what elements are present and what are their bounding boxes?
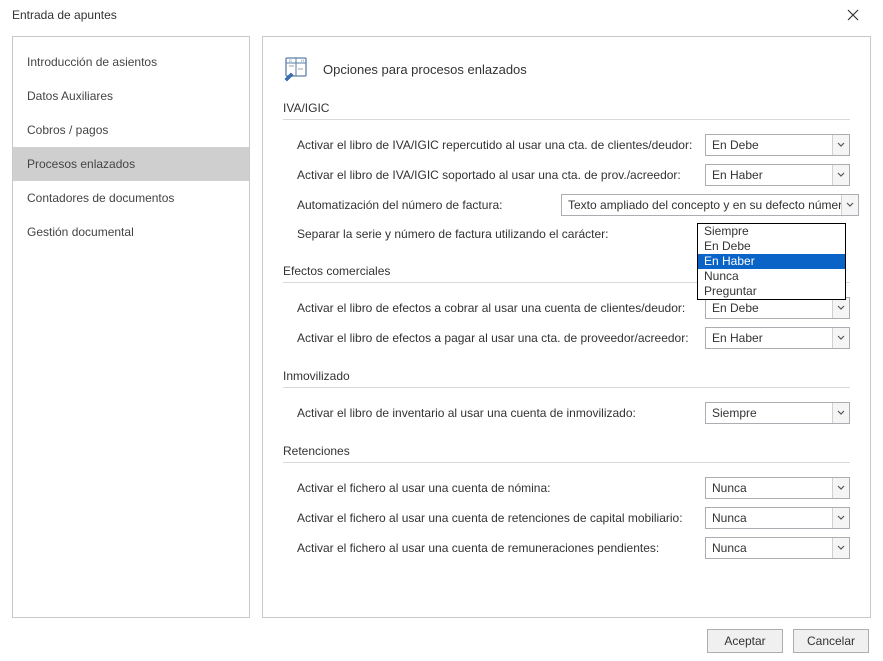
label-inmovilizado: Activar el libro de inventario al usar u… — [297, 406, 705, 420]
chevron-down-icon — [832, 538, 849, 558]
combo-value: En Haber — [706, 331, 832, 345]
section-title-retenciones: Retenciones — [283, 444, 850, 463]
cancel-button[interactable]: Cancelar — [793, 629, 869, 653]
dialog-body: Introducción de asientos Datos Auxiliare… — [0, 30, 883, 618]
row-auto-factura: Automatización del número de factura: Te… — [283, 190, 850, 220]
combo-value: Nunca — [706, 541, 832, 555]
label-iva-soportado: Activar el libro de IVA/IGIC soportado a… — [297, 168, 705, 182]
label-ret-nomina: Activar el fichero al usar una cuenta de… — [297, 481, 705, 495]
dropdown-list-iva-soportado: Siempre En Debe En Haber Nunca Preguntar — [697, 223, 846, 300]
combo-ret-remuneraciones[interactable]: Nunca — [705, 537, 850, 559]
button-label: Cancelar — [807, 634, 855, 648]
dropdown-option-selected[interactable]: En Haber — [698, 254, 845, 269]
sidebar-item-procesos-enlazados[interactable]: Procesos enlazados — [13, 147, 249, 181]
dropdown-option[interactable]: En Debe — [698, 239, 845, 254]
page-title: Opciones para procesos enlazados — [323, 62, 527, 77]
dialog-footer: Aceptar Cancelar — [707, 629, 869, 653]
combo-value: En Haber — [706, 168, 832, 182]
combo-value: En Debe — [706, 301, 832, 315]
button-label: Aceptar — [724, 634, 765, 648]
combo-value: Texto ampliado del concepto y en su defe… — [562, 198, 841, 212]
svg-text:H: H — [301, 58, 304, 63]
combo-iva-soportado[interactable]: En Haber — [705, 164, 850, 186]
combo-value: En Debe — [706, 138, 832, 152]
window-title: Entrada de apuntes — [12, 8, 117, 22]
label-ret-capital: Activar el fichero al usar una cuenta de… — [297, 511, 705, 525]
row-efectos-pagar: Activar el libro de efectos a pagar al u… — [283, 323, 850, 353]
label-iva-repercutido: Activar el libro de IVA/IGIC repercutido… — [297, 138, 705, 152]
sidebar-item-label: Gestión documental — [27, 225, 134, 239]
page-header: D H Opciones para procesos enlazados — [283, 55, 850, 83]
chevron-down-icon — [832, 328, 849, 348]
sidebar-item-label: Cobros / pagos — [27, 123, 108, 137]
titlebar: Entrada de apuntes — [0, 0, 883, 30]
sidebar-item-contadores[interactable]: Contadores de documentos — [13, 181, 249, 215]
row-ret-capital: Activar el fichero al usar una cuenta de… — [283, 503, 850, 533]
chevron-down-icon — [832, 298, 849, 318]
row-ret-nomina: Activar el fichero al usar una cuenta de… — [283, 473, 850, 503]
label-ret-remuneraciones: Activar el fichero al usar una cuenta de… — [297, 541, 705, 555]
row-inmovilizado: Activar el libro de inventario al usar u… — [283, 398, 850, 428]
combo-value: Siempre — [706, 406, 832, 420]
combo-inmovilizado[interactable]: Siempre — [705, 402, 850, 424]
sidebar-item-cobros-pagos[interactable]: Cobros / pagos — [13, 113, 249, 147]
sidebar-item-label: Contadores de documentos — [27, 191, 174, 205]
combo-efectos-pagar[interactable]: En Haber — [705, 327, 850, 349]
chevron-down-icon — [832, 165, 849, 185]
combo-iva-repercutido[interactable]: En Debe — [705, 134, 850, 156]
combo-value: Nunca — [706, 481, 832, 495]
combo-ret-nomina[interactable]: Nunca — [705, 477, 850, 499]
close-button[interactable] — [833, 1, 873, 29]
chevron-down-icon — [832, 403, 849, 423]
svg-text:D: D — [289, 58, 292, 63]
chevron-down-icon — [841, 195, 858, 215]
combo-efectos-cobrar[interactable]: En Debe — [705, 297, 850, 319]
dropdown-option[interactable]: Nunca — [698, 269, 845, 284]
sidebar-item-introduccion[interactable]: Introducción de asientos — [13, 45, 249, 79]
row-iva-repercutido: Activar el libro de IVA/IGIC repercutido… — [283, 130, 850, 160]
close-icon — [847, 9, 859, 21]
sidebar-item-label: Datos Auxiliares — [27, 89, 113, 103]
chevron-down-icon — [832, 135, 849, 155]
label-efectos-pagar: Activar el libro de efectos a pagar al u… — [297, 331, 705, 345]
combo-auto-factura[interactable]: Texto ampliado del concepto y en su defe… — [561, 194, 859, 216]
sidebar-item-label: Procesos enlazados — [27, 157, 135, 171]
accept-button[interactable]: Aceptar — [707, 629, 783, 653]
combo-value: Nunca — [706, 511, 832, 525]
combo-ret-capital[interactable]: Nunca — [705, 507, 850, 529]
label-efectos-cobrar: Activar el libro de efectos a cobrar al … — [297, 301, 705, 315]
chevron-down-icon — [832, 508, 849, 528]
section-title-inmovilizado: Inmovilizado — [283, 369, 850, 388]
row-iva-soportado: Activar el libro de IVA/IGIC soportado a… — [283, 160, 850, 190]
sidebar-item-gestion-documental[interactable]: Gestión documental — [13, 215, 249, 249]
row-ret-remuneraciones: Activar el fichero al usar una cuenta de… — [283, 533, 850, 563]
sidebar-item-label: Introducción de asientos — [27, 55, 157, 69]
chevron-down-icon — [832, 478, 849, 498]
sidebar: Introducción de asientos Datos Auxiliare… — [12, 36, 250, 618]
content-panel: D H Opciones para procesos enlazados IVA… — [262, 36, 871, 618]
dropdown-option[interactable]: Preguntar — [698, 284, 845, 299]
page-icon: D H — [283, 55, 311, 83]
section-title-iva: IVA/IGIC — [283, 101, 850, 120]
dropdown-option[interactable]: Siempre — [698, 224, 845, 239]
label-auto-factura: Automatización del número de factura: — [297, 198, 561, 212]
sidebar-item-datos-auxiliares[interactable]: Datos Auxiliares — [13, 79, 249, 113]
